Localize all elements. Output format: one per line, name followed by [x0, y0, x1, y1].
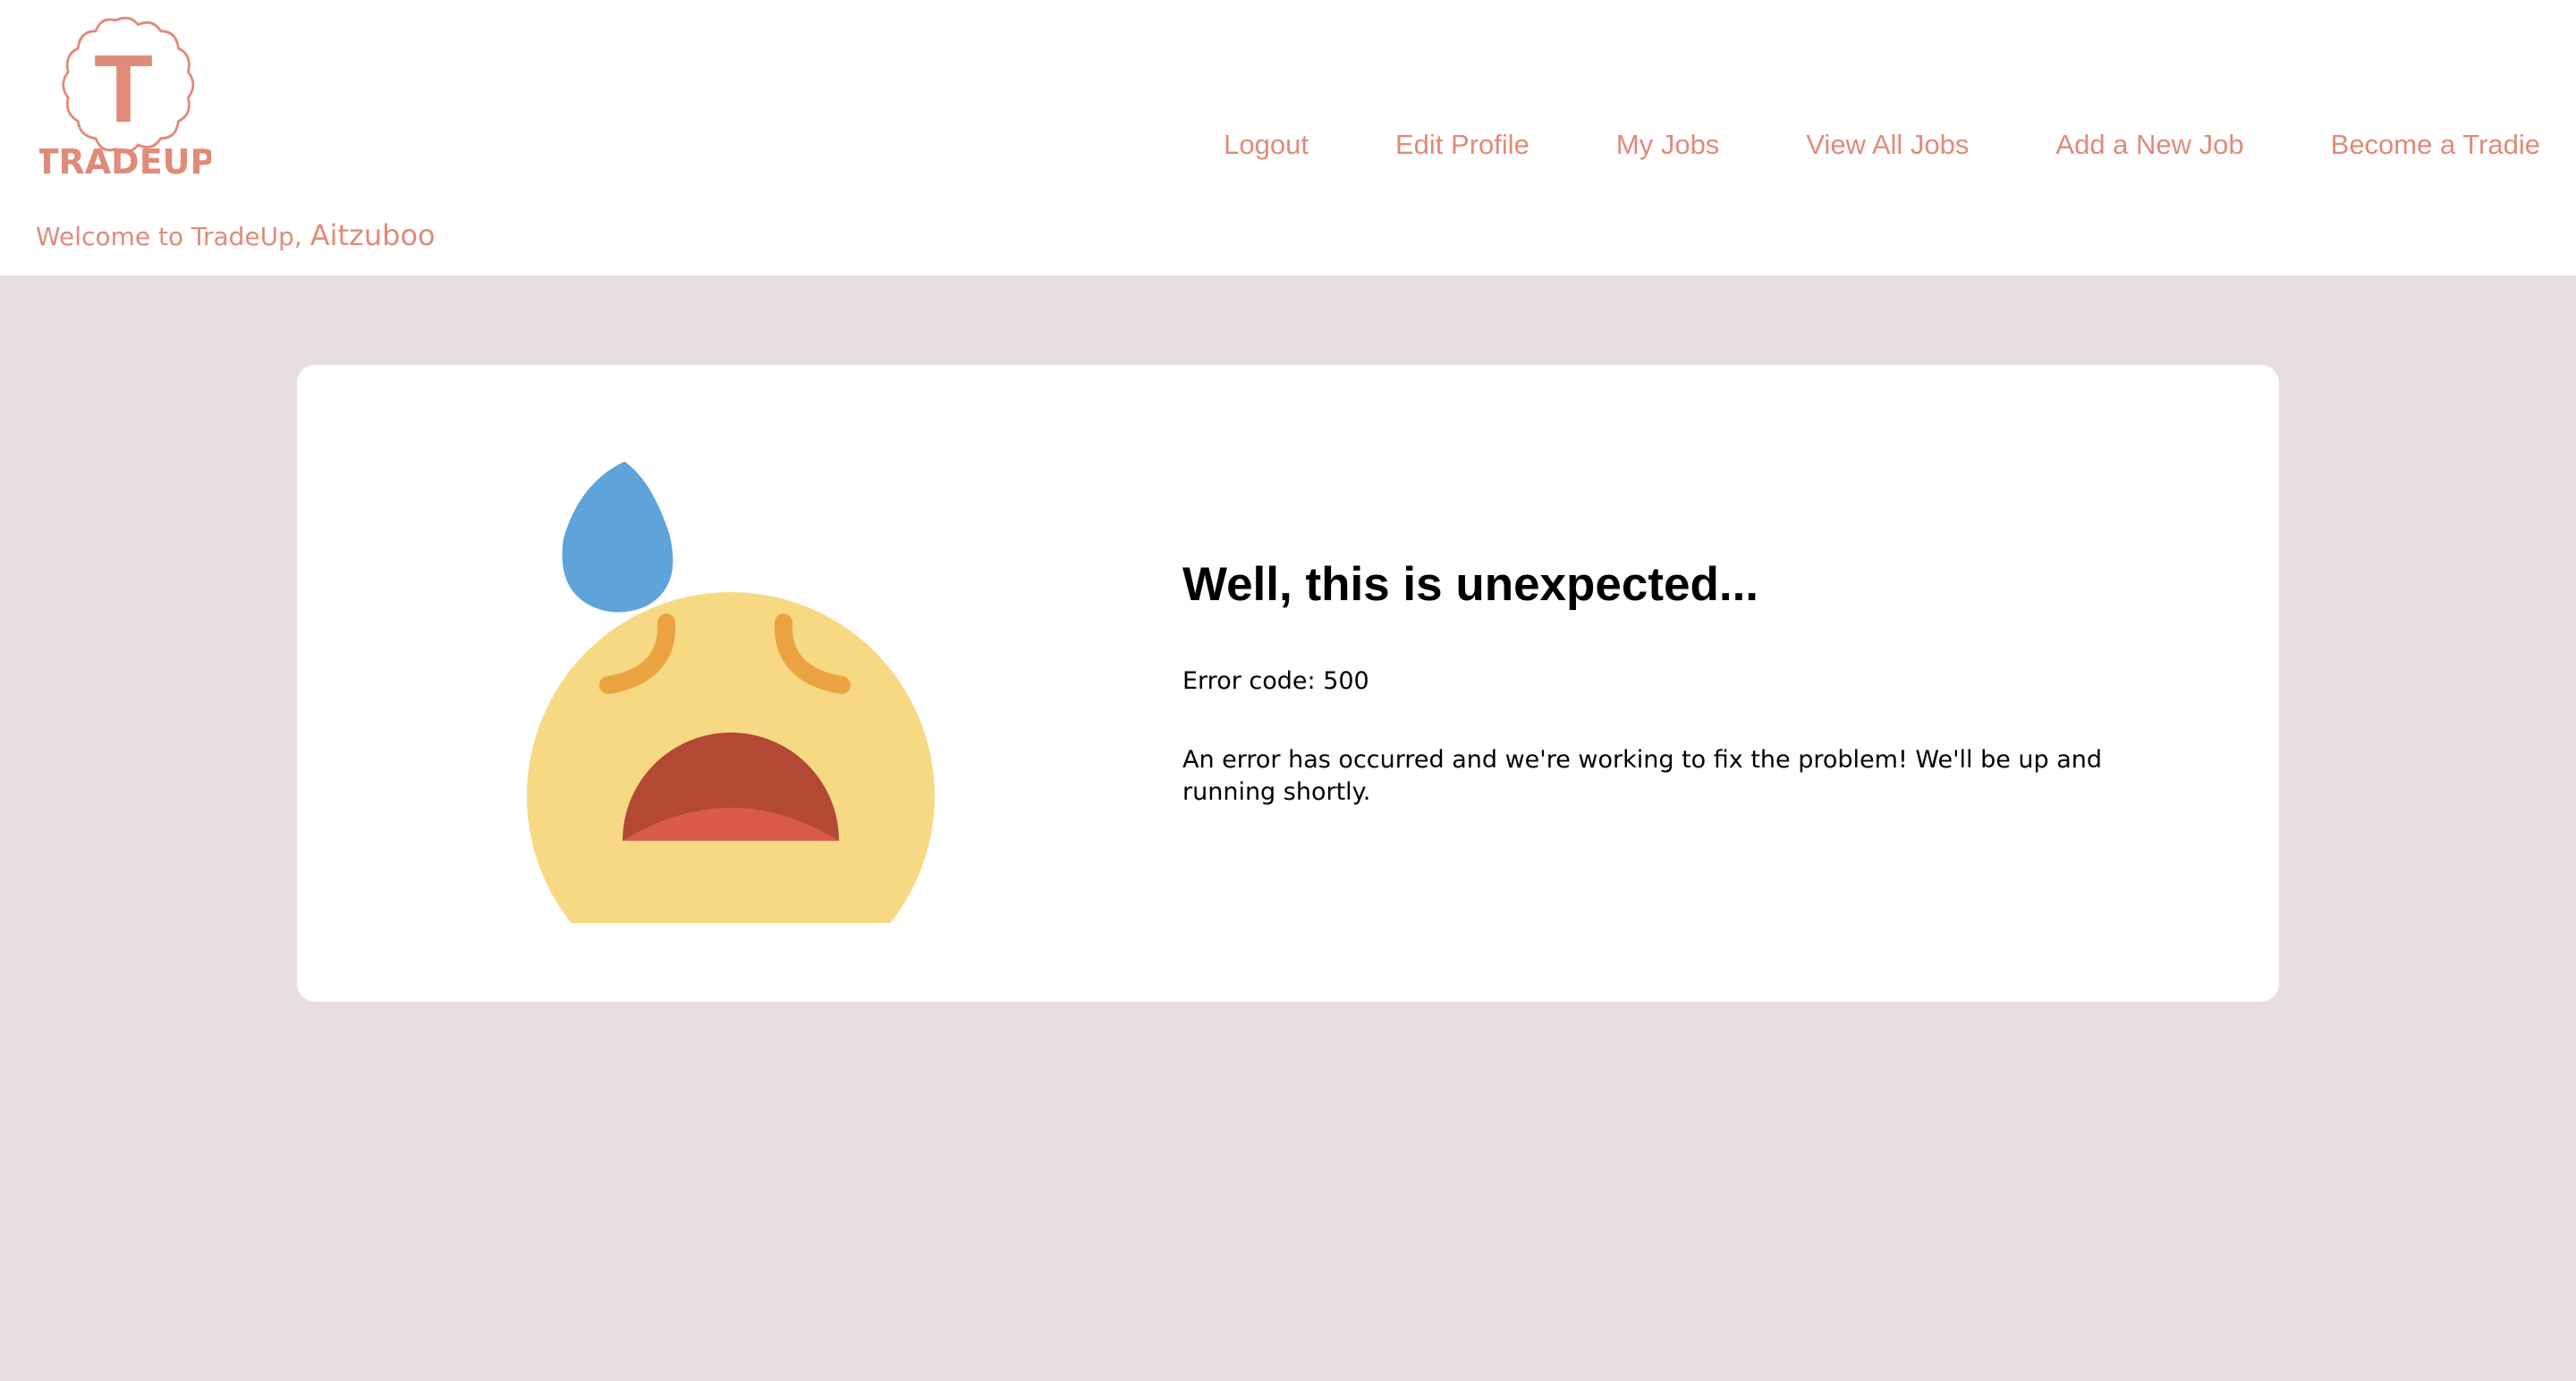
- error-message: An error has occurred and we're working …: [1182, 746, 2103, 806]
- anxious-face-with-sweat-icon: [519, 453, 943, 923]
- tradeup-logo[interactable]: T TRADEUP: [39, 16, 211, 186]
- nav-logout[interactable]: Logout: [1224, 125, 1309, 165]
- site-header: T TRADEUP Welcome to TradeUp, Aitzuboo L…: [0, 0, 2576, 275]
- error-card: Well, this is unexpected... Error code: …: [297, 365, 2279, 1002]
- nav-view-all-jobs[interactable]: View All Jobs: [1806, 125, 1969, 165]
- nav-add-new-job[interactable]: Add a New Job: [2055, 125, 2243, 165]
- username: Aitzuboo: [309, 218, 436, 252]
- logo-letter: T: [94, 34, 153, 142]
- nav-my-jobs[interactable]: My Jobs: [1616, 125, 1719, 165]
- welcome-prefix: Welcome to TradeUp,: [36, 222, 310, 251]
- nav-edit-profile[interactable]: Edit Profile: [1395, 125, 1530, 165]
- logo-name: TRADEUP: [39, 142, 211, 182]
- error-code: Error code: 500: [1182, 667, 1369, 695]
- main-nav: Logout Edit Profile My Jobs View All Job…: [1224, 125, 2540, 165]
- error-title: Well, this is unexpected...: [1182, 558, 1759, 611]
- welcome-message: Welcome to TradeUp, Aitzuboo: [36, 218, 436, 252]
- nav-become-tradie[interactable]: Become a Tradie: [2331, 125, 2540, 165]
- error-content: Well, this is unexpected... Error code: …: [1182, 556, 2131, 809]
